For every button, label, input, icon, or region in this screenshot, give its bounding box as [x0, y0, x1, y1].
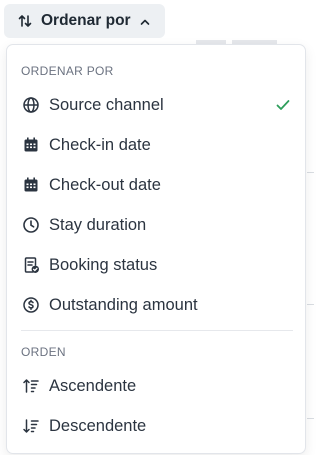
sort-option-check-out-date[interactable]: Check-out date: [7, 167, 305, 203]
sort-option-stay-duration[interactable]: Stay duration: [7, 207, 305, 243]
sort-option-label: Stay duration: [49, 215, 147, 234]
sort-option-label: Check-out date: [49, 175, 161, 194]
sort-by-button[interactable]: Ordenar por: [4, 4, 165, 38]
sort-descending-icon: [22, 417, 40, 435]
sort-option-source-channel[interactable]: Source channel: [7, 87, 305, 123]
sort-option-check-in-date[interactable]: Check-in date: [7, 127, 305, 163]
chevron-up-icon: [139, 15, 151, 27]
background-element: [307, 172, 314, 173]
order-option-ascending[interactable]: Ascendente: [7, 368, 305, 404]
check-icon: [275, 97, 291, 113]
clock-icon: [22, 216, 40, 234]
sort-option-booking-status[interactable]: Booking status: [7, 247, 305, 283]
calendar-icon: [22, 136, 40, 154]
document-check-icon: [22, 256, 40, 274]
sort-option-label: Source channel: [49, 95, 164, 114]
sort-ascending-icon: [22, 377, 40, 395]
globe-icon: [22, 96, 40, 114]
background-element: [307, 418, 314, 419]
sort-option-outstanding-amount[interactable]: Outstanding amount: [7, 287, 305, 323]
menu-divider: [21, 330, 293, 331]
order-option-descending[interactable]: Descendente: [7, 408, 305, 444]
order-option-label: Descendente: [49, 416, 147, 435]
order-section-title: ORDEN: [21, 345, 66, 359]
sort-option-label: Check-in date: [49, 135, 151, 154]
sort-option-label: Outstanding amount: [49, 295, 198, 314]
dollar-circle-icon: [22, 296, 40, 314]
sort-dropdown-menu: ORDENAR POR Source channel Check-in date…: [6, 44, 306, 454]
background-element: [307, 304, 314, 305]
calendar-icon: [22, 176, 40, 194]
sort-by-section-title: ORDENAR POR: [21, 64, 114, 78]
sort-option-label: Booking status: [49, 255, 158, 274]
order-option-label: Ascendente: [49, 376, 137, 395]
sort-by-button-label: Ordenar por: [41, 12, 131, 29]
sort-arrows-icon: [17, 13, 33, 29]
